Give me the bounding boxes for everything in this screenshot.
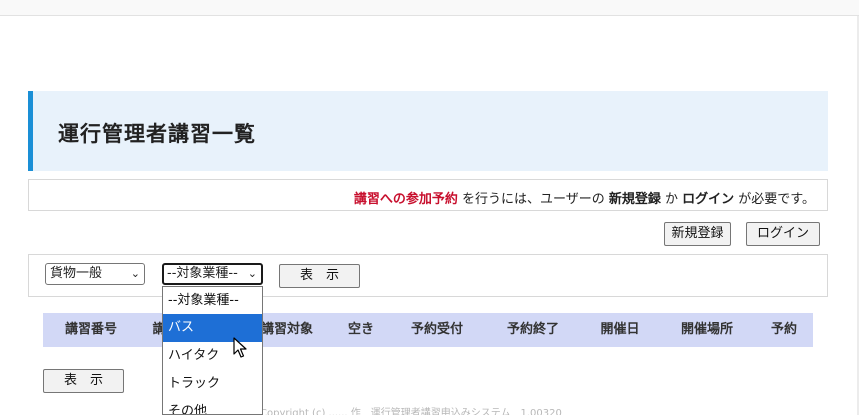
dropdown-option[interactable]: その他	[163, 398, 262, 414]
chevron-down-icon: ⌄	[130, 267, 140, 280]
notice-login-link[interactable]: ログイン	[682, 192, 734, 207]
show-button-bottom[interactable]: 表 示	[43, 369, 124, 393]
col-booking-start: 予約受付	[410, 322, 463, 337]
industry-dropdown-list[interactable]: --対象業種-- バス ハイタク トラック その他	[162, 286, 263, 415]
notice-register-link[interactable]: 新規登録	[609, 192, 661, 207]
login-notice: 講習への参加予約 を行うには、ユーザーの 新規登録 か ログイン が必要です。	[28, 179, 828, 211]
register-button[interactable]: 新規登録	[664, 222, 731, 246]
show-button-top[interactable]: 表 示	[279, 264, 360, 288]
industry-select-value: --対象業種--	[167, 266, 238, 281]
course-table-header: 講習番号 講 講習対象 空き 予約受付 予約終了 開催日 開催場所 予約	[43, 313, 813, 347]
dropdown-option[interactable]: トラック	[163, 370, 262, 398]
notice-text-2: か	[660, 192, 683, 207]
filter-panel	[28, 254, 828, 297]
col-reserve: 予約	[770, 322, 797, 337]
chevron-down-icon: ⌄	[247, 267, 257, 280]
page-title-box: 運行管理者講習一覧	[28, 91, 828, 171]
page-title: 運行管理者講習一覧	[58, 122, 256, 146]
login-button[interactable]: ログイン	[746, 222, 820, 246]
category-select[interactable]: 貨物一般 ⌄	[45, 263, 145, 285]
col-vacancy: 空き	[347, 322, 374, 337]
dropdown-option-selected[interactable]: バス	[163, 314, 262, 342]
dropdown-option[interactable]: --対象業種--	[163, 287, 262, 314]
notice-reserve-link[interactable]: 講習への参加予約	[354, 192, 458, 207]
col-course-number: 講習番号	[64, 322, 117, 337]
notice-text-1: を行うには、ユーザーの	[457, 192, 609, 207]
col-booking-end: 予約終了	[506, 322, 559, 337]
notice-text-3: が必要です。	[734, 192, 815, 207]
dropdown-option[interactable]: ハイタク	[163, 342, 262, 370]
mouse-pointer-icon	[233, 337, 247, 358]
category-select-value: 貨物一般	[50, 266, 103, 281]
footer-text: Copyright (c) ...... 作 運行管理者講習申込みシステム 1.…	[260, 408, 562, 415]
col-venue: 開催場所	[680, 322, 733, 337]
industry-select[interactable]: --対象業種-- ⌄	[162, 263, 263, 285]
col-date: 開催日	[600, 322, 640, 337]
browser-top-strip	[0, 0, 859, 16]
